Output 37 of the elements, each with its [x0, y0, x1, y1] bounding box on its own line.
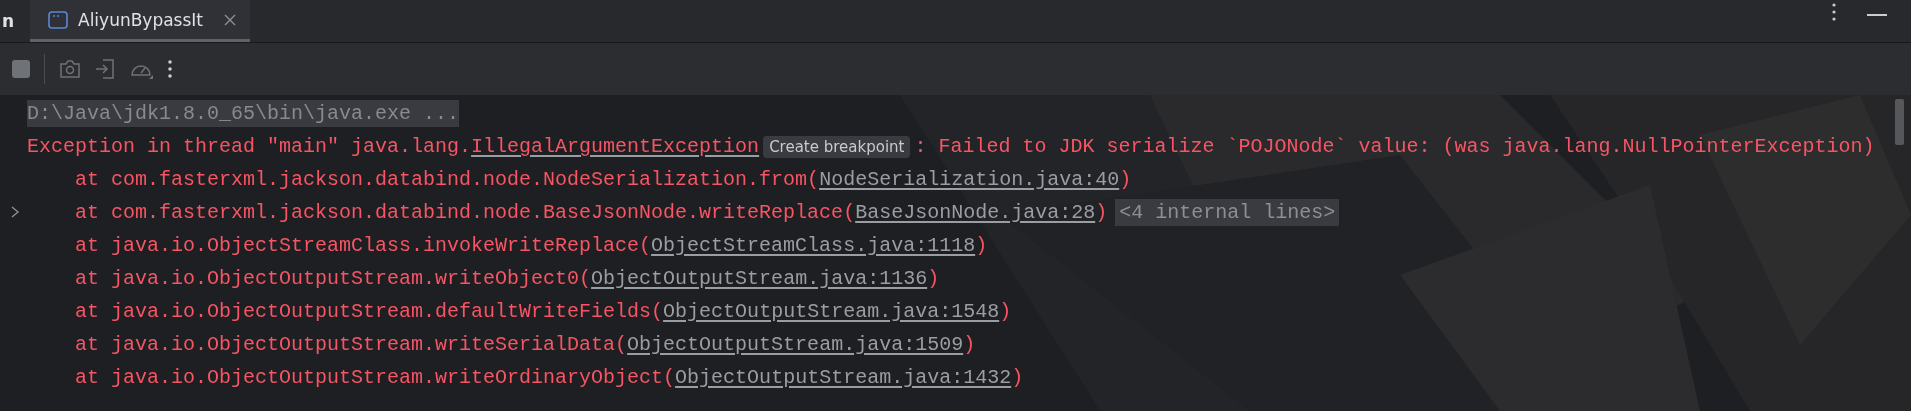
- scrollbar-thumb[interactable]: [1895, 99, 1904, 145]
- folded-lines-button[interactable]: <4 internal lines>: [1115, 199, 1340, 226]
- tab-label[interactable]: n: [2, 0, 26, 42]
- stack-frame-text: at com.fasterxml.jackson.databind.node.NodeSerialization.from(: [75, 168, 820, 191]
- stack-frame-text: ): [1095, 201, 1108, 224]
- minimize-icon[interactable]: [1867, 13, 1887, 17]
- stack-frame-text: at java.io.ObjectOutputStream.writeOrdinaryObject(: [75, 366, 676, 389]
- stack-frame-text: at java.io.ObjectStreamClass.invokeWriteReplace(: [75, 234, 652, 257]
- stack-frame-text: at java.io.ObjectOutputStream.writeSerialData(: [75, 333, 628, 356]
- camera-icon[interactable]: [59, 60, 81, 78]
- stack-frame-text: at java.io.ObjectOutputStream.defaultWriteFields(: [75, 300, 664, 323]
- source-link[interactable]: NodeSerialization.java:40: [819, 168, 1120, 191]
- stack-frame-text: ): [963, 333, 976, 356]
- exception-link[interactable]: IllegalArgumentException: [471, 135, 760, 158]
- source-link[interactable]: ObjectOutputStream.java:1432: [675, 366, 1012, 389]
- exception-text: Exception in thread "main" java.lang.: [27, 135, 472, 158]
- stack-frame-text: at com.fasterxml.jackson.databind.node.BaseJsonNode.writeReplace(: [75, 201, 856, 224]
- exception-message: : Failed to JDK serialize `POJONode` value: (was java.lang.NullPointerException): [914, 135, 1875, 158]
- window-icon: [48, 10, 68, 29]
- run-tab[interactable]: AliyunBypassIt: [30, 0, 250, 42]
- source-link[interactable]: ObjectOutputStream.java:1136: [591, 267, 928, 290]
- exit-icon[interactable]: [95, 58, 115, 80]
- stack-frame-text: at java.io.ObjectOutputStream.writeObject0(: [75, 267, 592, 290]
- source-link[interactable]: ObjectOutputStream.java:1548: [663, 300, 1000, 323]
- stack-frame-text: ): [999, 300, 1012, 323]
- chevron-right-icon[interactable]: [10, 206, 20, 218]
- source-link[interactable]: BaseJsonNode.java:28: [855, 201, 1096, 224]
- stack-frame-text: ): [1011, 366, 1024, 389]
- stack-frame-text: ): [927, 267, 940, 290]
- source-link[interactable]: ObjectOutputStream.java:1509: [627, 333, 964, 356]
- stack-frame-text: ): [975, 234, 988, 257]
- more-icon[interactable]: [1831, 2, 1837, 22]
- close-icon[interactable]: [224, 13, 236, 26]
- create-breakpoint-button[interactable]: Create breakpoint: [763, 135, 911, 158]
- stack-frame-text: ): [1119, 168, 1132, 191]
- source-link[interactable]: ObjectStreamClass.java:1118: [651, 234, 976, 257]
- more-icon[interactable]: [167, 59, 173, 79]
